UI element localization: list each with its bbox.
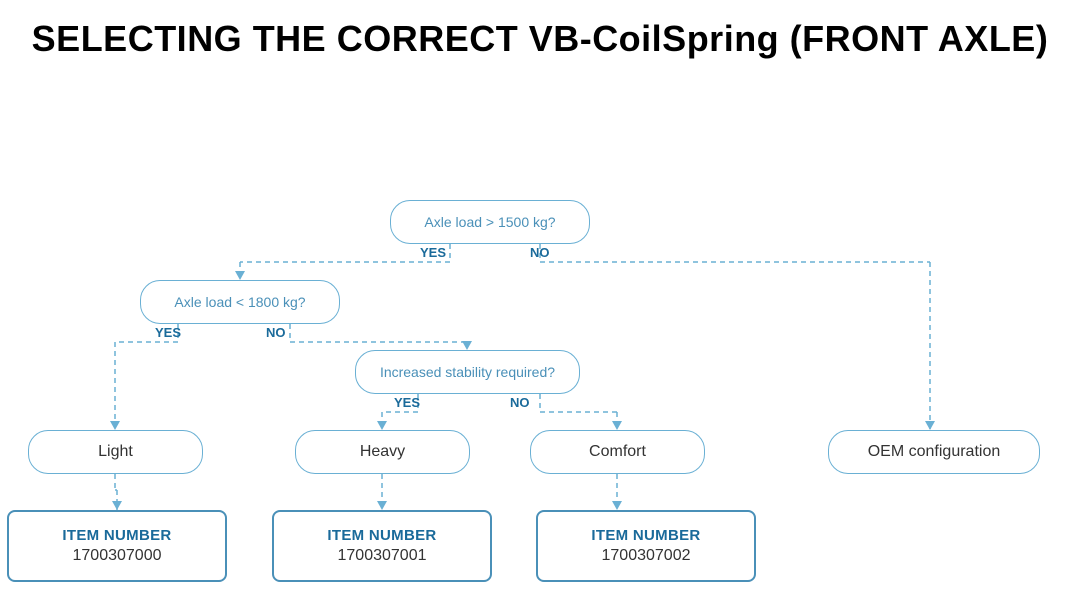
item-box-1700307000: ITEM NUMBER 1700307000 — [7, 510, 227, 582]
decision-stability: Increased stability required? — [355, 350, 580, 394]
result-comfort: Comfort — [530, 430, 705, 474]
item-box-1700307001: ITEM NUMBER 1700307001 — [272, 510, 492, 582]
yn-d2-yes: YES — [155, 325, 181, 340]
yn-d3-no: NO — [510, 395, 530, 410]
page-title: SELECTING THE CORRECT VB-CoilSpring (FRO… — [0, 0, 1080, 70]
diagram-area: Axle load > 1500 kg? Axle load < 1800 kg… — [0, 70, 1080, 580]
result-heavy: Heavy — [295, 430, 470, 474]
item-number-2: 1700307002 — [602, 547, 691, 565]
item-label-2: ITEM NUMBER — [591, 527, 700, 544]
decision-axle-load-1500: Axle load > 1500 kg? — [390, 200, 590, 244]
item-label-0: ITEM NUMBER — [62, 527, 171, 544]
yn-d3-yes: YES — [394, 395, 420, 410]
result-light: Light — [28, 430, 203, 474]
item-label-1: ITEM NUMBER — [327, 527, 436, 544]
item-number-0: 1700307000 — [73, 547, 162, 565]
item-box-1700307002: ITEM NUMBER 1700307002 — [536, 510, 756, 582]
yn-d2-no: NO — [266, 325, 286, 340]
yn-d1-yes: YES — [420, 245, 446, 260]
item-number-1: 1700307001 — [338, 547, 427, 565]
decision-axle-load-1800: Axle load < 1800 kg? — [140, 280, 340, 324]
yn-d1-no: NO — [530, 245, 550, 260]
result-oem: OEM configuration — [828, 430, 1040, 474]
